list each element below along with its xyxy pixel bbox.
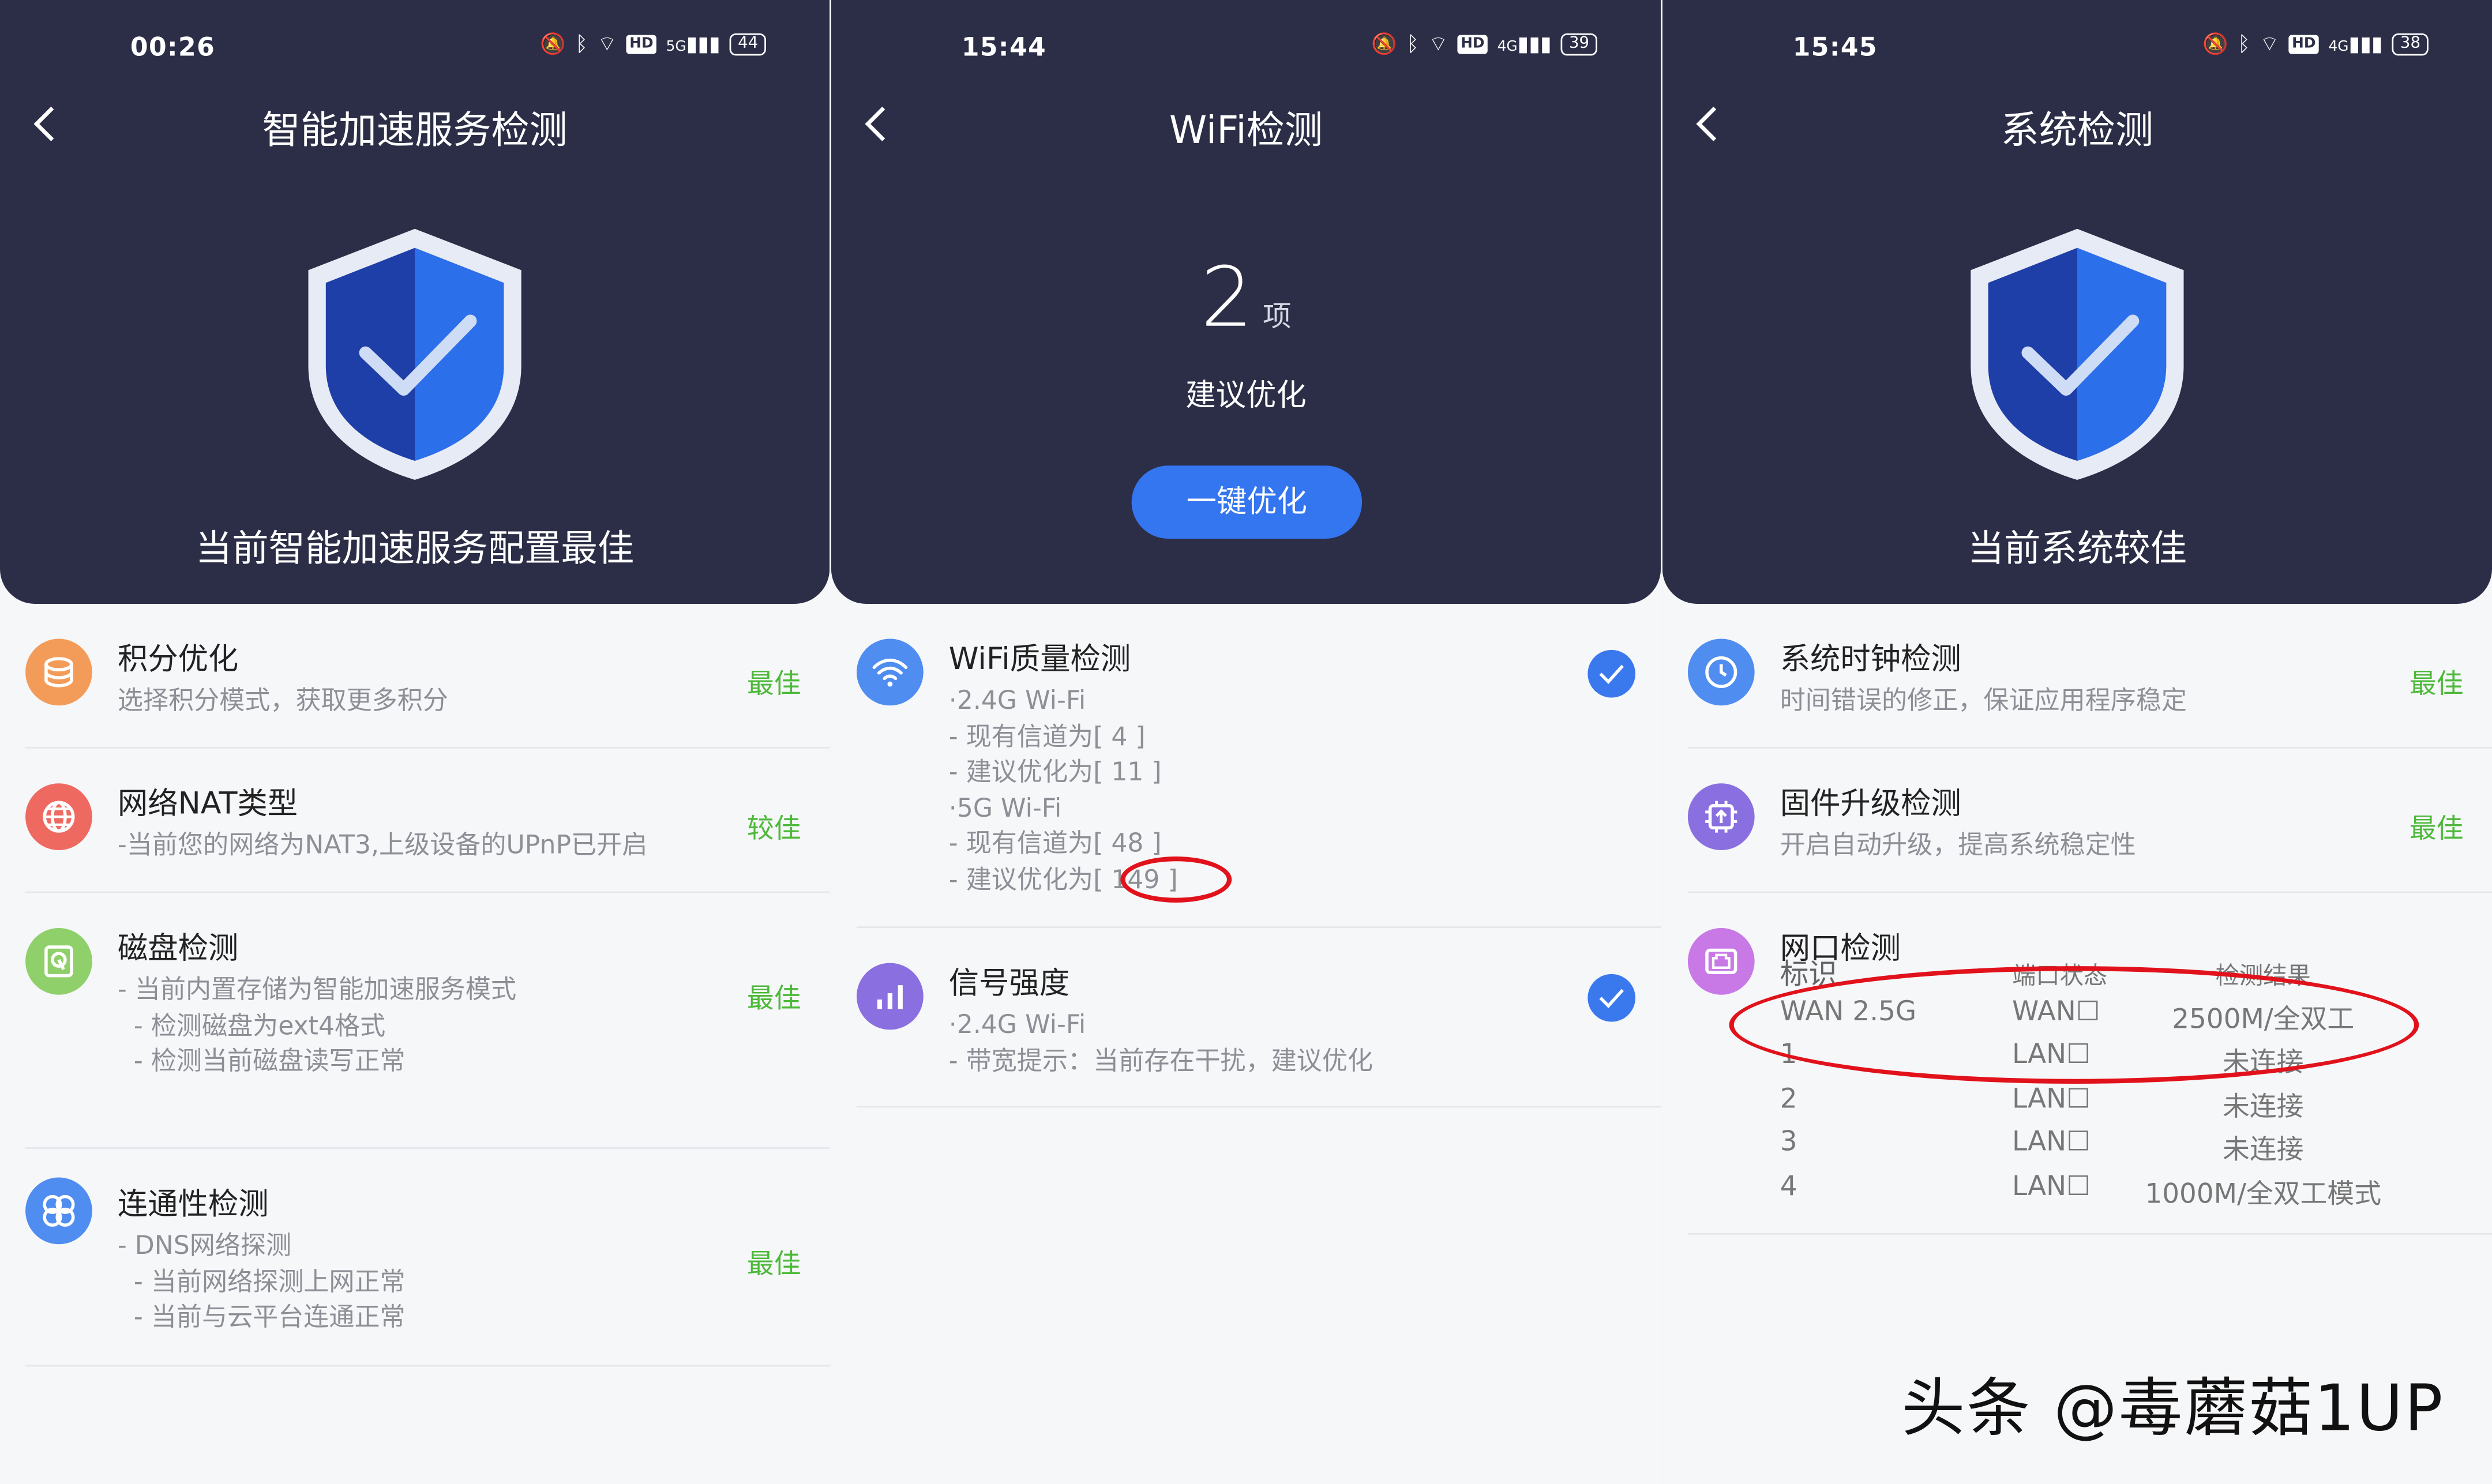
wifi-icon: ⌔ — [1428, 33, 1448, 58]
signal-bars-icon — [856, 963, 924, 1030]
item-desc: 选择积分模式，获取更多积分 — [117, 685, 448, 715]
annotation-circle — [1120, 856, 1232, 903]
status-badge: 最佳 — [746, 1249, 801, 1281]
status-badge: 较佳 — [746, 813, 801, 846]
check-list: WiFi质量检测 ·2.4G Wi-Fi - 现有信道为[ 4 ] - 建议优化为[… — [831, 604, 1661, 1108]
mute-icon: 🔕 — [2202, 32, 2228, 57]
coins-icon — [25, 638, 92, 706]
mute-icon: 🔕 — [540, 32, 566, 57]
item-desc: - DNS网络探测 - 当前网络探测上网正常 - 当前与云平台连通正常 — [117, 1230, 406, 1332]
item-title: 固件升级检测 — [1780, 786, 1961, 822]
list-item[interactable]: 网口检测 标识 端口状态 检测结果 WAN 2.5G WAN☐ 2500M/全双… — [1687, 893, 2492, 1235]
count-unit: 项 — [1263, 300, 1292, 334]
item-title: 磁盘检测 — [117, 931, 239, 967]
table-row: 3 LAN☐ 未连接 — [1780, 1126, 2304, 1167]
bluetooth-icon: ᛒ — [1406, 32, 1419, 57]
mute-icon: 🔕 — [1371, 32, 1397, 57]
battery-icon: 39 — [1561, 33, 1597, 56]
item-desc: ·2.4G Wi-Fi - 带宽提示：当前存在干扰，建议优化 — [948, 1009, 1373, 1075]
check-list: 系统时钟检测 时间错误的修正，保证应用程序稳定 最佳 固件升级检测 开启自动升级… — [1662, 604, 2492, 1235]
table-row: 2 LAN☐ 未连接 — [1780, 1083, 2304, 1123]
signal-icon: 4G▮▮▮ — [1497, 32, 1552, 57]
status-time: 00:26 — [130, 32, 216, 62]
issue-count: 2项 — [831, 251, 1661, 346]
status-badge: 最佳 — [2409, 813, 2464, 846]
hero-header: 15:45 🔕 ᛒ ⌔ HD 4G▮▮▮ 38 系统检测 当前系统较佳 — [1662, 0, 2492, 604]
item-title: 连通性检测 — [117, 1187, 269, 1222]
item-desc: 开启自动升级，提高系统稳定性 — [1780, 829, 2136, 860]
screens-container: 00:26 🔕 ᛒ ⌔ HD 5G▮▮▮ 44 智能加速服务检测 当前智能加速服… — [0, 0, 2492, 1484]
ethernet-port-icon — [1687, 927, 1755, 995]
battery-icon: 38 — [2392, 33, 2429, 56]
wifi-icon — [856, 638, 924, 706]
hero-header: 15:44 🔕 ᛒ ⌔ HD 4G▮▮▮ 39 WiFi检测 2项 建议优化 一… — [831, 0, 1661, 604]
status-icons: 🔕 ᛒ ⌔ HD 4G▮▮▮ 38 — [2202, 32, 2429, 57]
list-item[interactable]: WiFi质量检测 ·2.4G Wi-Fi - 现有信道为[ 4 ] - 建议优化为[… — [856, 604, 1661, 928]
suggest-label: 建议优化 — [1185, 378, 1307, 414]
page-title: 智能加速服务检测 — [262, 108, 568, 153]
wifi-icon: ⌔ — [2260, 33, 2280, 58]
page-title: 系统检测 — [2001, 108, 2154, 153]
status-time: 15:44 — [961, 32, 1047, 62]
chip-upgrade-icon — [1687, 783, 1755, 850]
panel-system: 15:45 🔕 ᛒ ⌔ HD 4G▮▮▮ 38 系统检测 当前系统较佳 系统时钟… — [1662, 0, 2492, 1484]
panel-accel: 00:26 🔕 ᛒ ⌔ HD 5G▮▮▮ 44 智能加速服务检测 当前智能加速服… — [0, 0, 830, 1484]
link-icon — [25, 1177, 92, 1245]
optimize-button[interactable]: 一键优化 — [1131, 465, 1363, 539]
list-item[interactable]: 网络NAT类型 -当前您的网络为NAT3,上级设备的UPnP已开启 较佳 — [25, 749, 830, 893]
status-badge: 最佳 — [2409, 668, 2464, 701]
hd-icon: HD — [626, 35, 657, 54]
list-item[interactable]: 积分优化 选择积分模式，获取更多积分 最佳 — [25, 604, 830, 749]
disk-icon — [25, 927, 92, 995]
item-title: 网络NAT类型 — [117, 786, 298, 822]
status-bar: 15:45 🔕 ᛒ ⌔ HD 4G▮▮▮ 38 — [1662, 32, 2492, 63]
list-item[interactable]: 固件升级检测 开启自动升级，提高系统稳定性 最佳 — [1687, 749, 2492, 893]
list-item[interactable]: 系统时钟检测 时间错误的修正，保证应用程序稳定 最佳 — [1687, 604, 2492, 749]
checkmark-icon — [1587, 974, 1635, 1022]
status-icons: 🔕 ᛒ ⌔ HD 5G▮▮▮ 44 — [540, 32, 766, 57]
count-number: 2 — [1200, 251, 1253, 347]
hero-caption: 当前系统较佳 — [1967, 529, 2187, 571]
shield-check-icon — [308, 228, 521, 480]
item-title: 积分优化 — [117, 642, 239, 677]
item-desc: -当前您的网络为NAT3,上级设备的UPnP已开启 — [117, 829, 648, 860]
hero-header: 00:26 🔕 ᛒ ⌔ HD 5G▮▮▮ 44 智能加速服务检测 当前智能加速服… — [0, 0, 830, 604]
wifi-icon: ⌔ — [597, 33, 617, 58]
bluetooth-icon: ᛒ — [2238, 32, 2250, 57]
status-badge: 最佳 — [746, 983, 801, 1016]
item-desc: 时间错误的修正，保证应用程序稳定 — [1780, 685, 2187, 715]
signal-icon: 4G▮▮▮ — [2328, 32, 2383, 57]
status-bar: 00:26 🔕 ᛒ ⌔ HD 5G▮▮▮ 44 — [0, 32, 830, 63]
table-row: 4 LAN☐ 1000M/全双工模式 — [1780, 1170, 2382, 1211]
item-title: 系统时钟检测 — [1780, 642, 1961, 677]
status-badge: 最佳 — [746, 668, 801, 701]
list-item[interactable]: 信号强度 ·2.4G Wi-Fi - 带宽提示：当前存在干扰，建议优化 — [856, 928, 1661, 1108]
hd-icon: HD — [1457, 35, 1488, 54]
checkmark-icon — [1587, 649, 1635, 698]
status-bar: 15:44 🔕 ᛒ ⌔ HD 4G▮▮▮ 39 — [831, 32, 1661, 63]
battery-icon: 44 — [730, 33, 766, 56]
item-title: 信号强度 — [948, 966, 1070, 1001]
list-item[interactable]: 磁盘检测 - 当前内置存储为智能加速服务模式 - 检测磁盘为ext4格式 - 检… — [25, 893, 830, 1149]
shield-check-icon — [1971, 228, 2184, 480]
page-title: WiFi检测 — [1169, 108, 1323, 153]
hd-icon: HD — [2288, 35, 2319, 54]
signal-icon: 5G▮▮▮ — [666, 32, 720, 57]
clock-icon — [1687, 638, 1755, 706]
globe-icon — [25, 783, 92, 850]
list-item[interactable]: 连通性检测 - DNS网络探测 - 当前网络探测上网正常 - 当前与云平台连通正… — [25, 1149, 830, 1367]
panel-wifi: 15:44 🔕 ᛒ ⌔ HD 4G▮▮▮ 39 WiFi检测 2项 建议优化 一… — [831, 0, 1661, 1484]
status-time: 15:45 — [1792, 32, 1878, 62]
hero-caption: 当前智能加速服务配置最佳 — [195, 529, 635, 571]
annotation-ellipse — [1729, 966, 2419, 1084]
check-list: 积分优化 选择积分模式，获取更多积分 最佳 网络NAT类型 -当前您的网络为NA… — [0, 604, 830, 1367]
item-desc: - 当前内置存储为智能加速服务模式 - 检测磁盘为ext4格式 - 检测当前磁盘… — [117, 974, 517, 1076]
status-icons: 🔕 ᛒ ⌔ HD 4G▮▮▮ 39 — [1371, 32, 1597, 57]
bluetooth-icon: ᛒ — [575, 32, 588, 57]
item-title: WiFi质量检测 — [948, 642, 1131, 677]
watermark-text: 头条 @毒蘑菇1UP — [1901, 1373, 2445, 1447]
